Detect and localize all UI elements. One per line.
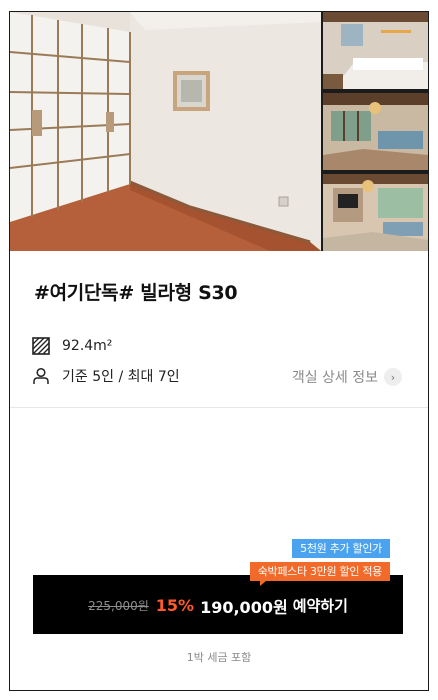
floor-area-icon — [32, 337, 50, 355]
festa-discount-badge: 숙박페스타 3만원 할인 적용 — [249, 562, 390, 586]
room-detail-link[interactable]: 객실 상세 정보 › — [292, 367, 402, 387]
room-capacity-value: 기준 5인 / 최대 7인 — [62, 369, 180, 385]
room-card: #여기단독# 빌라형 S30 92.4m² 기준 5인 / 최대 7인 객실 상… — [9, 11, 429, 691]
thumbnail-bedroom-photo[interactable] — [323, 12, 428, 89]
divider — [10, 407, 428, 408]
room-area: 92.4m² — [32, 337, 112, 355]
room-area-value: 92.4m² — [62, 338, 113, 354]
room-detail-link-label: 객실 상세 정보 — [291, 370, 378, 386]
thumbnail-living-room-photo[interactable] — [323, 93, 428, 170]
final-price: 190,000원 — [200, 597, 288, 617]
extra-discount-badge: 5천원 추가 할인가 — [292, 539, 390, 558]
person-icon — [32, 367, 50, 385]
room-capacity: 기준 5인 / 최대 7인 — [32, 366, 180, 386]
reserve-button[interactable]: 225,000원 15% 190,000원 예약하기 — [33, 575, 403, 634]
tax-note: 1박 세금 포함 — [186, 651, 252, 664]
discount-rate: 15% — [155, 596, 195, 615]
chevron-right-icon: › — [384, 368, 402, 386]
photo-gallery — [10, 12, 428, 251]
original-price: 225,000원 — [88, 599, 149, 613]
main-room-photo[interactable] — [10, 12, 321, 251]
thumbnail-living-room-fireplace-photo[interactable] — [323, 174, 428, 251]
reserve-label: 예약하기 — [292, 597, 348, 615]
room-title: #여기단독# 빌라형 S30 — [34, 282, 238, 304]
